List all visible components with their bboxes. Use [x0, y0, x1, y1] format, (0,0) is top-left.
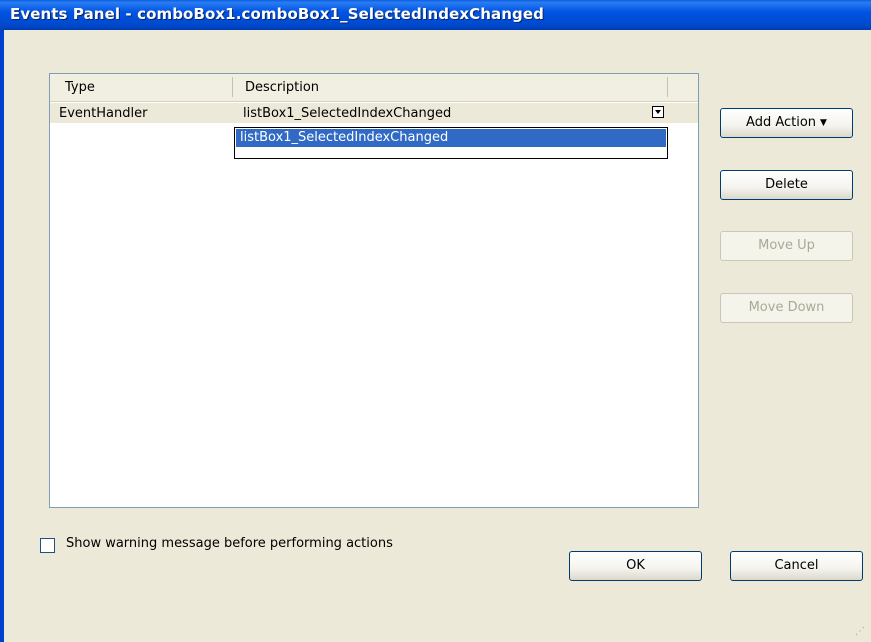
move-down-button[interactable]: Move Down — [720, 293, 853, 323]
cell-description[interactable]: listBox1_SelectedIndexChanged — [243, 106, 451, 121]
events-grid[interactable]: Type Description EventHandler listBox1_S… — [49, 73, 699, 508]
show-warning-label[interactable]: Show warning message before performing a… — [66, 536, 393, 551]
column-header-description[interactable]: Description — [245, 80, 319, 95]
window-border — [0, 30, 4, 642]
resize-grip-icon[interactable]: ⋰ — [855, 626, 865, 637]
grid-header: Type Description — [50, 74, 698, 102]
cancel-label: Cancel — [774, 558, 819, 573]
title-bar[interactable]: Events Panel - comboBox1.comboBox1_Selec… — [0, 0, 871, 30]
events-panel-window: Events Panel - comboBox1.comboBox1_Selec… — [0, 0, 871, 642]
cancel-button[interactable]: Cancel — [730, 551, 863, 581]
ok-button[interactable]: OK — [569, 551, 702, 581]
column-divider[interactable] — [667, 77, 668, 97]
column-header-type[interactable]: Type — [65, 80, 95, 95]
column-divider[interactable] — [232, 77, 233, 97]
ok-label: OK — [626, 558, 645, 573]
move-down-label: Move Down — [748, 300, 825, 315]
move-up-label: Move Up — [758, 238, 815, 253]
delete-label: Delete — [765, 177, 808, 192]
delete-button[interactable]: Delete — [720, 170, 853, 200]
description-dropdown-list[interactable]: listBox1_SelectedIndexChanged — [234, 127, 668, 159]
add-action-button[interactable]: Add Action ▼ — [720, 108, 853, 138]
cell-type: EventHandler — [59, 106, 148, 121]
add-action-label: Add Action — [746, 115, 817, 130]
table-row[interactable]: EventHandler listBox1_SelectedIndexChang… — [50, 103, 698, 123]
chevron-down-icon: ▼ — [820, 118, 827, 128]
move-up-button[interactable]: Move Up — [720, 231, 853, 261]
show-warning-checkbox[interactable] — [40, 538, 55, 553]
dropdown-option[interactable]: listBox1_SelectedIndexChanged — [236, 129, 666, 147]
dropdown-arrow-icon[interactable] — [652, 106, 664, 118]
window-title: Events Panel - comboBox1.comboBox1_Selec… — [10, 5, 544, 23]
